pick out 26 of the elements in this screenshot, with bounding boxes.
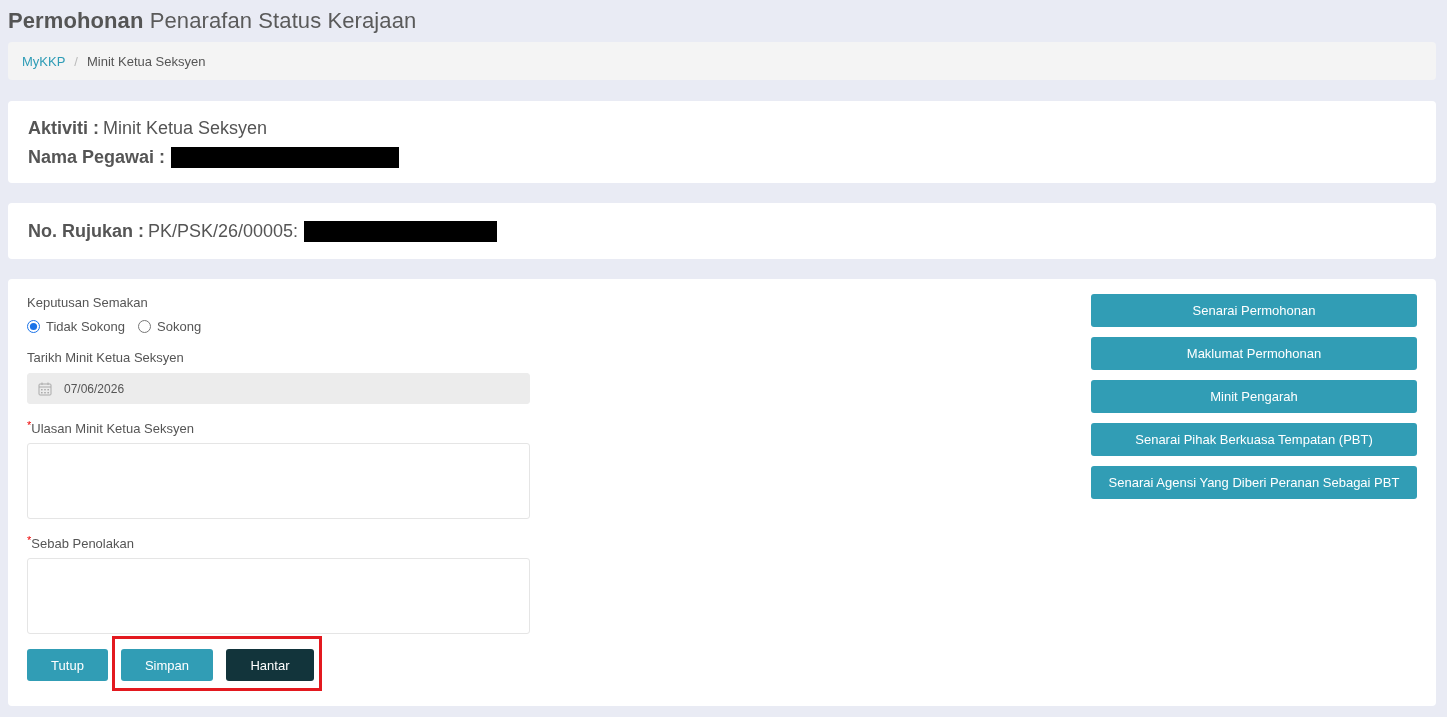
field-label: Nama Pegawai :	[28, 147, 166, 168]
radio-icon[interactable]	[27, 320, 40, 333]
breadcrumb-separator: /	[74, 53, 78, 69]
form-label: Keputusan Semakan	[27, 294, 149, 311]
action-button[interactable]: Tutup	[27, 649, 108, 681]
radio-label[interactable]: Tidak Sokong	[46, 319, 125, 334]
radio-label[interactable]: Sokong	[157, 319, 202, 334]
action-button[interactable]: Simpan	[121, 649, 213, 681]
side-button[interactable]: Senarai Pihak Berkuasa Tempatan (PBT)	[1091, 423, 1417, 456]
form-label: *Sebab Penolakan	[27, 535, 135, 552]
field-label: Aktiviti :	[28, 118, 99, 139]
side-button[interactable]: Senarai Agensi Yang Diberi Peranan Sebagai PBT	[1091, 466, 1417, 499]
page-title: Permohonan Penarafan Status Kerajaan	[8, 7, 418, 35]
breadcrumb-current: Minit Ketua Seksyen	[86, 53, 206, 69]
side-button[interactable]: Senarai Permohonan	[1091, 294, 1417, 327]
radio-icon[interactable]	[138, 320, 151, 333]
field-value: Minit Ketua Seksyen	[103, 118, 268, 139]
side-button[interactable]: Minit Pengarah	[1091, 380, 1417, 413]
form-label: Tarikh Minit Ketua Seksyen	[27, 349, 185, 366]
breadcrumb-link[interactable]: MyKKP	[22, 53, 66, 69]
calendar-icon	[38, 381, 52, 396]
field-label: No. Rujukan :	[28, 221, 144, 242]
side-button[interactable]: Maklumat Permohonan	[1091, 337, 1417, 370]
action-button[interactable]: Hantar	[226, 649, 314, 681]
field-value: PK/PSK/26/00005:	[148, 221, 299, 242]
form-label: *Ulasan Minit Ketua Seksyen	[27, 420, 195, 437]
